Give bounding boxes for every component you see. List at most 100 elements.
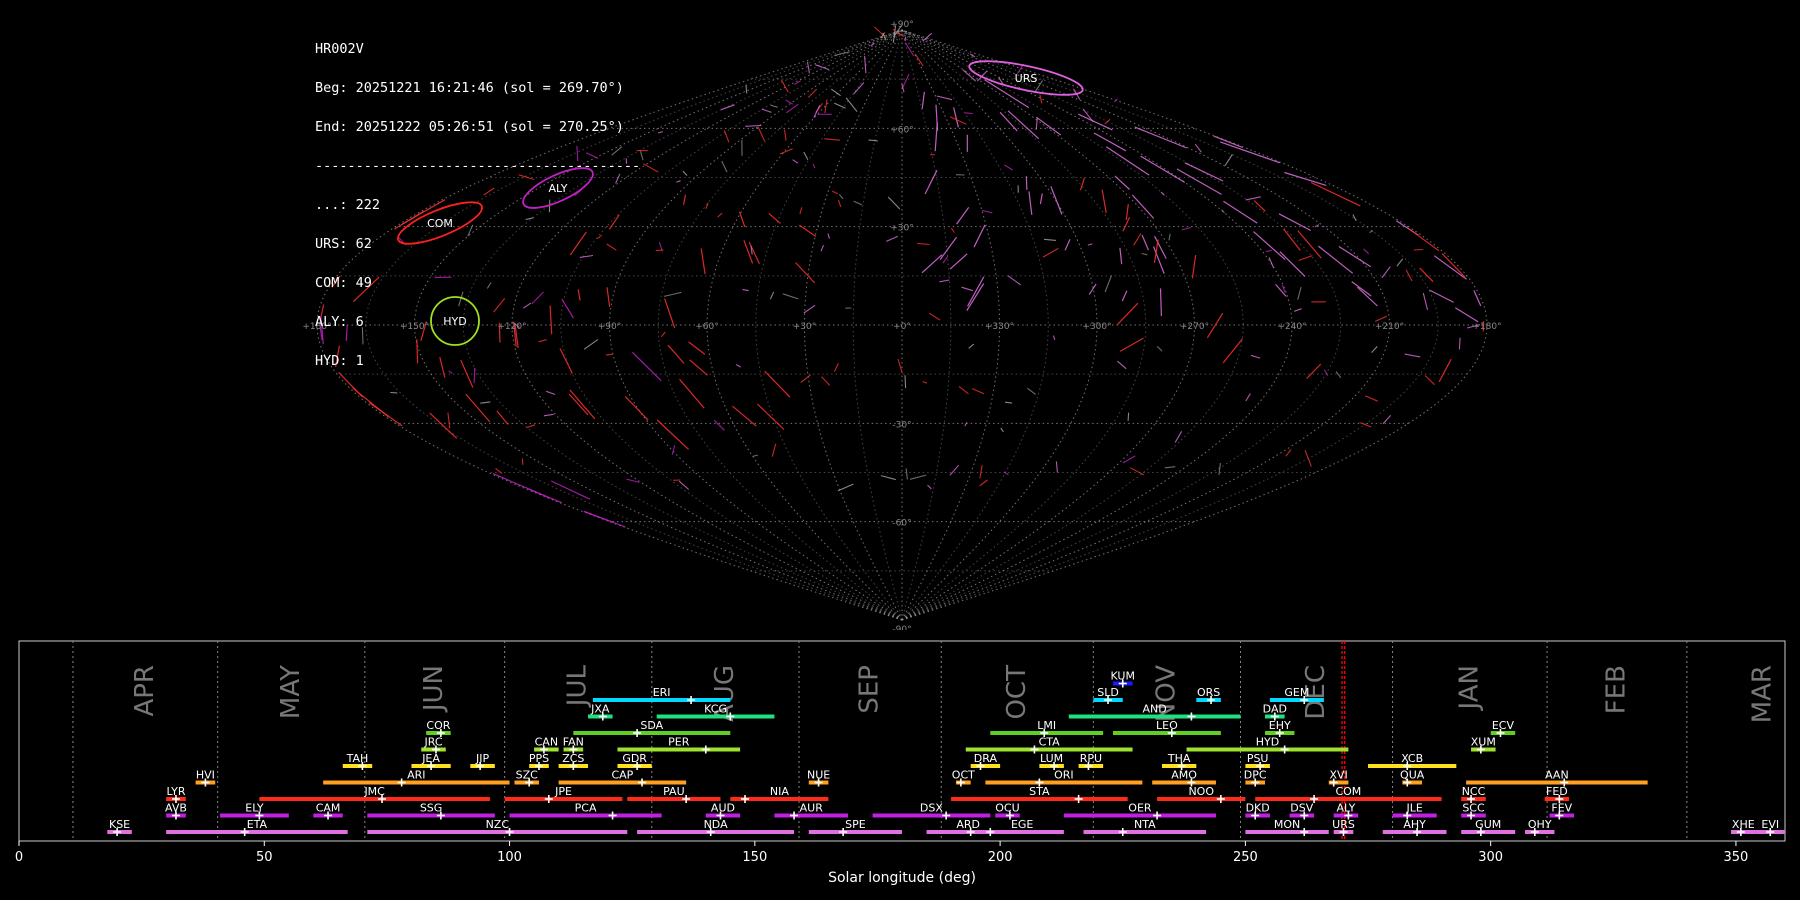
shower-bar-kcg: KCG: [656, 703, 775, 721]
lat-tick-label: +90°: [890, 20, 914, 30]
meteor-trail: [1007, 275, 1022, 286]
shower-code-label: COM: [1335, 785, 1361, 798]
meteor-trail: [904, 42, 915, 57]
month-label: APR: [130, 665, 160, 717]
meteor-trail: [808, 88, 818, 98]
meteor-trail: [429, 412, 458, 439]
x-tick-label: 350: [1724, 850, 1749, 865]
meteor-trail: [679, 378, 705, 409]
shower-code-label: ALY: [1336, 802, 1355, 815]
meteor-trail: [671, 445, 676, 455]
shower-code-label: EVI: [1761, 818, 1779, 831]
meteor-trail: [1064, 239, 1071, 251]
shower-bar-pca: PCA: [509, 802, 662, 820]
meteor-trail: [1168, 233, 1171, 241]
shower-code-label: DRA: [974, 752, 998, 765]
shower-code-label: NDA: [704, 818, 729, 831]
month-label: MAR: [1747, 665, 1777, 723]
shower-code-label: MON: [1274, 818, 1300, 831]
meteor-trail: [626, 478, 640, 483]
meteor-trail: [1004, 401, 1013, 404]
meteor-trail: [735, 364, 742, 368]
meteor-trail: [1184, 162, 1224, 182]
shower-code-label: DSX: [920, 802, 943, 815]
shower-bar-nzc: NZC: [367, 818, 628, 836]
meteor-trail: [1297, 286, 1302, 300]
shower-bar-dra: DRA: [970, 752, 1001, 770]
meteor-trail: [958, 385, 969, 395]
meteor-trail: [1304, 450, 1312, 467]
meteor-trail: [904, 36, 907, 42]
meteor-trail: [1473, 290, 1482, 307]
meteor-trail: [1194, 143, 1202, 153]
meteor-trail: [1141, 252, 1148, 256]
shower-bar-ehy: EHY: [1265, 719, 1295, 737]
meteor-trail: [1174, 431, 1183, 443]
meteor-trail: [831, 190, 839, 195]
meteor-trail: [1310, 181, 1361, 207]
x-tick-label: 100: [497, 850, 522, 865]
meteor-trail: [1025, 176, 1028, 190]
shower-code-label: LEO: [1156, 719, 1178, 732]
meteor-trail: [756, 403, 785, 430]
meteor-trail: [833, 102, 846, 109]
meteor-trail: [700, 248, 706, 275]
meteor-trail: [569, 389, 596, 420]
meteor-trail: [1156, 346, 1163, 352]
meteor-trail: [723, 130, 730, 143]
meteor-trail: [1079, 177, 1085, 191]
meteor-trail: [812, 163, 816, 169]
shower-code-label: ZCS: [562, 752, 584, 765]
shower-code-label: OER: [1128, 802, 1152, 815]
shower-bar-urs: URS: [1332, 818, 1355, 836]
meteor-trail: [1004, 164, 1013, 171]
meteor-trail: [465, 393, 491, 423]
meteor-trail: [682, 170, 688, 176]
meteor-trail: [779, 148, 793, 155]
meteor-trail: [1374, 315, 1388, 322]
shower-bar-ssg: SSG: [367, 802, 495, 820]
meteor-trail: [584, 511, 626, 528]
shower-code-label: HYD: [1256, 736, 1279, 749]
meteor-trail: [1191, 255, 1197, 279]
meteor-trail: [550, 480, 591, 500]
shower-code-label: SSG: [420, 802, 443, 815]
shower-code-label: OCT: [952, 769, 975, 782]
meteor-trail: [1055, 461, 1058, 473]
shower-code-label: NCC: [1462, 785, 1486, 798]
meteor-trail: [934, 122, 938, 152]
shower-code-label: CAP: [611, 769, 633, 782]
meteor-trail: [1164, 466, 1176, 469]
shower-bar-gdr: GDR: [617, 752, 652, 770]
meteor-trail: [813, 105, 821, 118]
meteor-trail: [447, 412, 451, 429]
meteor-trail: [1082, 108, 1094, 123]
meteor-trail: [1113, 98, 1118, 103]
shower-bar-tah: TAH: [342, 752, 373, 770]
shower-bar-kse: KSE: [107, 818, 132, 836]
shower-code-label: CAM: [316, 802, 341, 815]
meteor-trail: [1121, 290, 1128, 302]
station-id: HR002V: [315, 41, 364, 57]
meteor-trail: [968, 343, 975, 349]
meteor-trail: [667, 344, 685, 364]
meteor-trail: [921, 254, 943, 274]
meteor-trail: [815, 64, 830, 71]
meteor-trail: [1382, 415, 1392, 425]
lat-tick-label: +30°: [890, 224, 914, 234]
shower-bar-noo: NOO: [1157, 785, 1246, 803]
shower-bar-nue: NUE: [807, 769, 830, 787]
shower-bar-szc: SZC: [514, 769, 539, 787]
meteor-trail: [1141, 234, 1149, 251]
meteor-trail: [961, 286, 974, 292]
meteor-trail: [949, 253, 968, 270]
meteor-trail: [528, 488, 563, 504]
info-box: HR002V Beg: 20251221 16:21:46 (sol = 269…: [315, 17, 640, 381]
shower-bar-lmi: LMI: [990, 719, 1104, 737]
meteor-trail: [1294, 308, 1302, 312]
meteor-trail: [1050, 186, 1063, 215]
meteor-trail: [705, 202, 709, 209]
shower-bar-fed: FED: [1544, 785, 1570, 803]
count-urs: URS: 62: [315, 236, 372, 252]
meteor-trail: [886, 235, 899, 242]
